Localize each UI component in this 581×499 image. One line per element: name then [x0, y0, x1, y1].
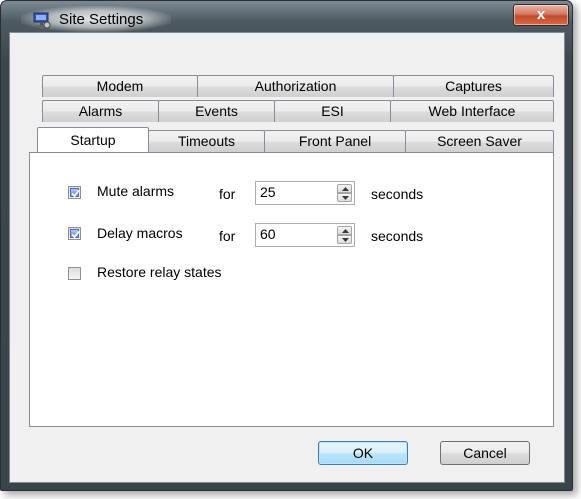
tab-authorization[interactable]: Authorization	[197, 75, 394, 97]
tab-label: Web Interface	[428, 103, 516, 119]
tab-label: Screen Saver	[437, 133, 522, 149]
chevron-down-icon[interactable]	[337, 235, 352, 244]
checkmark-icon	[70, 188, 80, 198]
tab-web-interface[interactable]: Web Interface	[390, 100, 554, 122]
delay-macros-checkbox[interactable]	[68, 227, 81, 240]
ok-button[interactable]: OK	[318, 441, 408, 465]
title-bar[interactable]: Site Settings x	[1, 1, 572, 35]
tab-modem[interactable]: Modem	[42, 75, 198, 97]
tab-label: Events	[195, 103, 238, 119]
tab-label: Alarms	[78, 103, 123, 119]
delay-macros-seconds-value[interactable]: 60	[260, 226, 276, 242]
chevron-up-icon[interactable]	[337, 226, 352, 235]
mute-alarms-seconds-stepper[interactable]: 25	[255, 181, 355, 205]
tab-captures[interactable]: Captures	[393, 75, 554, 97]
tab-events[interactable]: Events	[158, 100, 275, 122]
close-icon: x	[536, 6, 546, 23]
tab-label: Authorization	[254, 78, 337, 94]
tab-label: ESI	[321, 103, 344, 119]
tab-startup[interactable]: Startup	[37, 127, 149, 152]
restore-relay-states-checkbox[interactable]	[68, 267, 81, 280]
mute-alarms-checkbox[interactable]	[68, 186, 81, 199]
tab-label: Timeouts	[177, 133, 236, 149]
checkmark-icon	[70, 229, 80, 239]
mute-alarms-seconds-value[interactable]: 25	[260, 184, 276, 200]
tab-esi[interactable]: ESI	[274, 100, 391, 122]
delay-macros-seconds-stepper[interactable]: 60	[255, 223, 355, 247]
close-button[interactable]: x	[513, 4, 569, 26]
window-title: Site Settings	[59, 11, 144, 28]
tab-label: Captures	[445, 78, 502, 94]
spin-buttons	[337, 226, 352, 244]
tab-front-panel[interactable]: Front Panel	[264, 130, 406, 152]
chevron-up-icon[interactable]	[337, 184, 352, 193]
tab-timeouts[interactable]: Timeouts	[148, 130, 265, 152]
site-settings-icon	[32, 12, 52, 30]
chevron-down-icon[interactable]	[337, 193, 352, 202]
tab-label: Startup	[70, 132, 116, 148]
tab-alarms[interactable]: Alarms	[42, 100, 159, 122]
tab-screen-saver[interactable]: Screen Saver	[405, 130, 554, 152]
tab-label: Front Panel	[298, 133, 372, 149]
spin-buttons	[337, 184, 352, 202]
cancel-button[interactable]: Cancel	[440, 441, 530, 465]
tab-label: Modem	[96, 78, 144, 94]
